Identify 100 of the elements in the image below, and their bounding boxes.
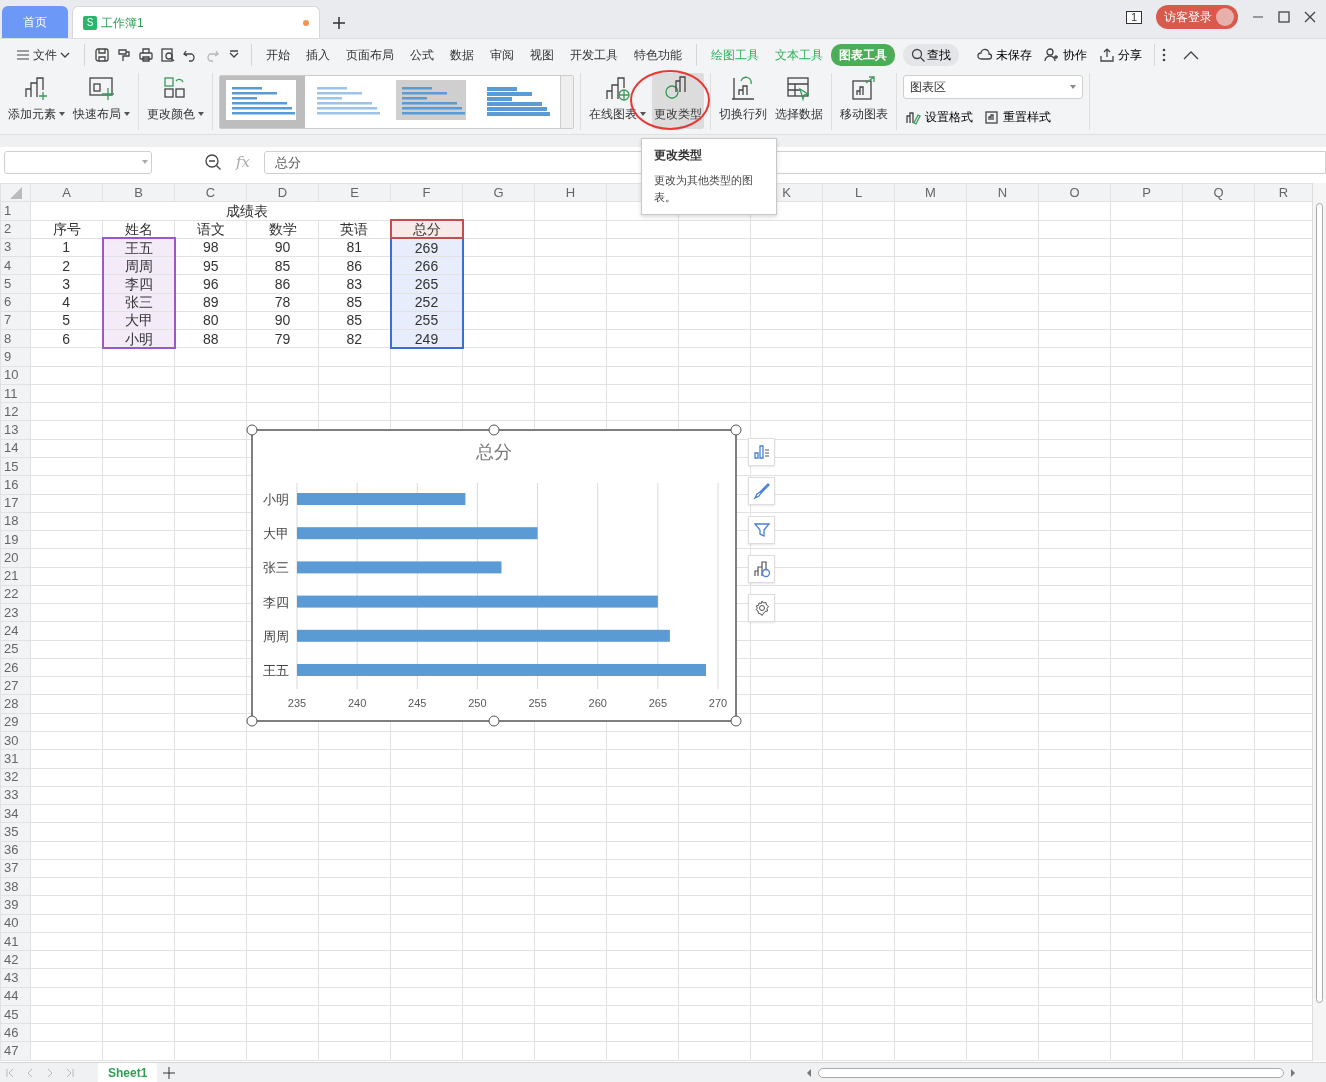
ribbon-button[interactable]: 添加元素 (6, 73, 67, 129)
chart-elements-icon[interactable] (752, 443, 771, 461)
chart-style-thumbnail[interactable] (220, 76, 305, 128)
table-cell: 90 (246, 238, 319, 257)
resize-handle[interactable] (488, 424, 500, 436)
ribbon-tab[interactable]: 开始 (258, 44, 298, 66)
ribbon-tab[interactable]: 审阅 (482, 44, 522, 66)
document-tab[interactable]: 首页 (2, 6, 68, 38)
ribbon-button[interactable]: 选择数据 (773, 73, 825, 129)
resize-handle[interactable] (246, 715, 258, 727)
ribbon-button[interactable]: 移动图表 (838, 73, 890, 129)
zoom-icon[interactable] (204, 153, 222, 171)
axis-tick-label: 235 (287, 697, 307, 709)
ribbon-button[interactable]: 重置样式 (981, 106, 1053, 128)
ribbon-tab[interactable]: 数据 (442, 44, 482, 66)
brush-icon[interactable] (752, 482, 771, 500)
element-dropdown[interactable]: 图表区 (903, 75, 1083, 99)
avatar-icon (1216, 8, 1234, 26)
column-header[interactable]: N (966, 183, 1039, 202)
column-header[interactable]: D (246, 183, 319, 202)
table-cell: 86 (246, 274, 319, 294)
scroll-left-icon[interactable] (806, 1068, 812, 1077)
bar[interactable] (297, 527, 538, 540)
ribbon-tab[interactable]: 特色功能 (626, 44, 690, 66)
ribbon-tab[interactable]: 视图 (522, 44, 562, 66)
category-label: 王五 (263, 663, 289, 678)
column-header[interactable]: F (390, 183, 463, 202)
add-sheet-icon[interactable] (163, 1066, 176, 1079)
maximize-icon[interactable] (1278, 11, 1290, 23)
table-cell: 90 (246, 311, 319, 330)
save-icon[interactable] (94, 47, 110, 63)
print-icon[interactable] (138, 47, 154, 63)
resize-handle[interactable] (246, 424, 258, 436)
column-header[interactable]: B (102, 183, 175, 202)
table-cell: 80 (174, 311, 247, 330)
column-header[interactable]: P (1110, 183, 1183, 202)
column-header[interactable]: O (1038, 183, 1111, 202)
ribbon-button[interactable]: 设置格式 (903, 106, 975, 128)
column-header[interactable]: C (174, 183, 247, 202)
ribbon-button[interactable]: 更改类型 (652, 73, 704, 129)
ribbon-tab[interactable]: 开发工具 (562, 44, 626, 66)
new-tab-icon[interactable] (332, 16, 346, 30)
format-icon (905, 109, 921, 125)
filter-icon[interactable] (752, 521, 771, 539)
ribbon-button[interactable]: 切换行列 (717, 73, 769, 129)
chart-title: 总分 (476, 442, 512, 462)
caret-icon (1070, 85, 1076, 89)
table-cell: 98 (174, 238, 247, 257)
toolbar-button[interactable]: 协作 (1038, 46, 1093, 64)
column-header[interactable]: M (894, 183, 967, 202)
resize-handle[interactable] (730, 715, 742, 727)
ribbon-tab[interactable]: 页面布局 (338, 44, 402, 66)
column-header[interactable]: A (30, 183, 103, 202)
search-button[interactable]: 查找 (903, 44, 959, 66)
print-preview-icon[interactable] (160, 47, 176, 63)
table-cell: 89 (174, 293, 247, 312)
bar[interactable] (297, 561, 502, 574)
page-count[interactable]: 1 (1126, 10, 1142, 24)
format-painter-icon[interactable] (116, 47, 132, 63)
ribbon-tab[interactable]: 图表工具 (831, 44, 895, 66)
table-cell: 英语 (318, 220, 391, 239)
close-icon[interactable] (1304, 11, 1316, 23)
axis-tick-label: 260 (588, 697, 607, 709)
category-label: 张三 (263, 560, 289, 576)
resize-handle[interactable] (730, 424, 742, 436)
table-cell: 88 (174, 329, 247, 348)
axis-tick-label: 265 (648, 697, 668, 709)
save-status[interactable]: 未保存 (971, 46, 1038, 64)
column-header[interactable]: R (1254, 183, 1313, 202)
settings-icon[interactable] (752, 599, 771, 617)
column-header[interactable]: G (462, 183, 535, 202)
scroll-thumb[interactable] (1316, 203, 1323, 1003)
column-header[interactable]: L (822, 183, 895, 202)
collapse-icon[interactable] (1183, 50, 1199, 60)
ribbon-button[interactable]: 快速布局 (71, 73, 132, 129)
more-icon[interactable] (1161, 47, 1167, 63)
axis-tick-label: 240 (347, 697, 367, 709)
column-header[interactable]: E (318, 183, 391, 202)
column-header[interactable]: H (534, 183, 607, 202)
scroll-right-icon[interactable] (1290, 1068, 1296, 1077)
category-label: 李四 (263, 594, 289, 610)
chart-globe-icon[interactable] (752, 560, 771, 578)
ribbon-tab[interactable]: 公式 (402, 44, 442, 66)
move-chart-icon (850, 75, 878, 103)
ribbon-tab[interactable]: 插入 (298, 44, 338, 66)
file-menu[interactable]: 文件 (8, 44, 78, 66)
ribbon-button[interactable]: 更改颜色 (145, 73, 206, 129)
category-label: 大甲 (263, 526, 289, 542)
vertical-scrollbar[interactable] (1312, 183, 1326, 1061)
share-icon (1099, 47, 1115, 63)
resize-handle[interactable] (488, 715, 500, 727)
column-header[interactable]: Q (1182, 183, 1255, 202)
login-button[interactable]: 访客登录 (1156, 5, 1238, 29)
layout-icon (87, 75, 116, 103)
toolbar-button[interactable]: 分享 (1093, 46, 1148, 64)
sheet-tab[interactable]: Sheet1 (98, 1062, 158, 1082)
table-cell: 266 (390, 256, 463, 275)
horizontal-scrollbar[interactable] (818, 1067, 1284, 1078)
ribbon-button[interactable]: 在线图表 (587, 73, 648, 129)
document-tab[interactable]: S 工作簿1 (72, 6, 320, 38)
